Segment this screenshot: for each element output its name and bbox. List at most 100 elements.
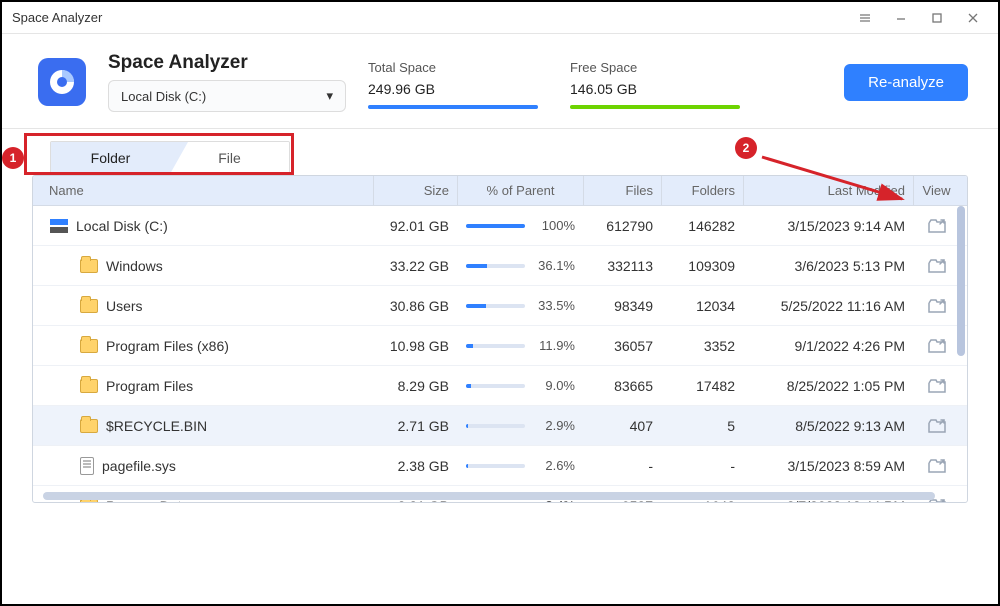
row-modified: 8/25/2022 1:05 PM bbox=[743, 366, 913, 405]
total-space-stat: Total Space 249.96 GB bbox=[368, 56, 548, 109]
row-percent: 2.9% bbox=[533, 418, 575, 433]
row-size: 8.29 GB bbox=[373, 366, 457, 405]
col-folders[interactable]: Folders bbox=[661, 176, 743, 205]
row-folders: 17482 bbox=[661, 366, 743, 405]
row-folders: 146282 bbox=[661, 206, 743, 245]
row-percent: 33.5% bbox=[533, 298, 575, 313]
close-button[interactable] bbox=[958, 6, 988, 30]
total-space-label: Total Space bbox=[368, 60, 548, 75]
open-folder-button[interactable] bbox=[927, 297, 947, 315]
free-space-bar bbox=[570, 105, 740, 109]
maximize-button[interactable] bbox=[922, 6, 952, 30]
free-space-stat: Free Space 146.05 GB bbox=[570, 56, 750, 109]
row-folders: - bbox=[661, 446, 743, 485]
folder-icon bbox=[80, 259, 98, 273]
row-percent: 9.0% bbox=[533, 378, 575, 393]
percent-bar bbox=[466, 264, 525, 268]
percent-bar bbox=[466, 224, 525, 228]
folder-icon bbox=[80, 379, 98, 393]
row-percent: 100% bbox=[533, 218, 575, 233]
row-modified: 3/15/2023 8:59 AM bbox=[743, 446, 913, 485]
row-files: - bbox=[583, 446, 661, 485]
col-name[interactable]: Name bbox=[33, 176, 373, 205]
folder-icon bbox=[80, 419, 98, 433]
folder-icon bbox=[80, 299, 98, 313]
table-row[interactable]: Program Files 8.29 GB 9.0% 83665174828/25/2… bbox=[33, 366, 967, 406]
row-size: 33.22 GB bbox=[373, 246, 457, 285]
table-row[interactable]: Users30.86 GB33.5%98349120345/25/2022 11… bbox=[33, 286, 967, 326]
table-body: Local Disk (C:)92.01 GB100%6127901462823… bbox=[33, 206, 967, 502]
row-files: 36057 bbox=[583, 326, 661, 365]
row-files: 612790 bbox=[583, 206, 661, 245]
row-files: 332113 bbox=[583, 246, 661, 285]
row-files: 83665 bbox=[583, 366, 661, 405]
table-row[interactable]: Windows 33.22 GB 36.1% 3321131093093/6/2023… bbox=[33, 246, 967, 286]
open-folder-button[interactable] bbox=[927, 217, 947, 235]
app-logo bbox=[38, 58, 86, 106]
free-space-label: Free Space bbox=[570, 60, 750, 75]
col-percent[interactable]: % of Parent bbox=[457, 176, 583, 205]
row-folders: 12034 bbox=[661, 286, 743, 325]
row-size: 2.38 GB bbox=[373, 446, 457, 485]
file-icon bbox=[80, 457, 94, 475]
annotation-arrow bbox=[752, 147, 922, 217]
col-files[interactable]: Files bbox=[583, 176, 661, 205]
percent-bar bbox=[466, 424, 525, 428]
table-row[interactable]: $RECYCLE.BIN2.71 GB2.9%40758/5/2022 9:13… bbox=[33, 406, 967, 446]
total-space-bar bbox=[368, 105, 538, 109]
window-title: Space Analyzer bbox=[12, 10, 102, 25]
disk-select-value: Local Disk (C:) bbox=[121, 89, 206, 104]
percent-bar bbox=[466, 464, 525, 468]
row-name: Users bbox=[106, 298, 143, 314]
menu-button[interactable] bbox=[850, 6, 880, 30]
row-size: 92.01 GB bbox=[373, 206, 457, 245]
open-folder-button[interactable] bbox=[927, 257, 947, 275]
horizontal-scrollbar[interactable] bbox=[43, 492, 953, 500]
total-space-value: 249.96 GB bbox=[368, 81, 548, 97]
annotation-badge-1: 1 bbox=[2, 147, 24, 169]
chevron-down-icon: ▾ bbox=[326, 88, 333, 104]
row-folders: 109309 bbox=[661, 246, 743, 285]
titlebar: Space Analyzer bbox=[2, 2, 998, 34]
file-table: Name Size % of Parent Files Folders Last… bbox=[32, 175, 968, 503]
open-folder-button[interactable] bbox=[927, 457, 947, 475]
row-percent: 2.6% bbox=[533, 458, 575, 473]
row-files: 407 bbox=[583, 406, 661, 445]
row-name: Program Files (x86) bbox=[106, 338, 229, 354]
row-size: 30.86 GB bbox=[373, 286, 457, 325]
minimize-button[interactable] bbox=[886, 6, 916, 30]
row-name: Windows bbox=[106, 258, 163, 274]
col-size[interactable]: Size bbox=[373, 176, 457, 205]
header: Space Analyzer Local Disk (C:) ▾ Total S… bbox=[2, 34, 998, 128]
row-modified: 5/25/2022 11:16 AM bbox=[743, 286, 913, 325]
row-name: Local Disk (C:) bbox=[76, 218, 168, 234]
reanalyze-button[interactable]: Re-analyze bbox=[844, 64, 968, 101]
row-folders: 3352 bbox=[661, 326, 743, 365]
open-folder-button[interactable] bbox=[927, 417, 947, 435]
disk-select[interactable]: Local Disk (C:) ▾ bbox=[108, 80, 346, 112]
row-name: Program Files bbox=[106, 378, 193, 394]
free-space-value: 146.05 GB bbox=[570, 81, 750, 97]
row-percent: 11.9% bbox=[533, 338, 575, 353]
table-row[interactable]: Program Files (x86) 10.98 GB 11.9% 36057335… bbox=[33, 326, 967, 366]
annotation-badge-2: 2 bbox=[735, 137, 757, 159]
row-percent: 36.1% bbox=[533, 258, 575, 273]
app-name: Space Analyzer bbox=[108, 52, 346, 74]
open-folder-button[interactable] bbox=[927, 377, 947, 395]
folder-icon bbox=[80, 339, 98, 353]
row-size: 2.71 GB bbox=[373, 406, 457, 445]
row-modified: 3/6/2023 5:13 PM bbox=[743, 246, 913, 285]
percent-bar bbox=[466, 384, 525, 388]
row-modified: 9/1/2022 4:26 PM bbox=[743, 326, 913, 365]
disk-icon bbox=[50, 219, 68, 233]
percent-bar bbox=[466, 344, 525, 348]
row-size: 10.98 GB bbox=[373, 326, 457, 365]
row-name: pagefile.sys bbox=[102, 458, 176, 474]
row-folders: 5 bbox=[661, 406, 743, 445]
table-row[interactable]: pagefile.sys2.38 GB2.6%--3/15/2023 8:59 … bbox=[33, 446, 967, 486]
vertical-scrollbar[interactable] bbox=[957, 206, 965, 492]
row-modified: 8/5/2022 9:13 AM bbox=[743, 406, 913, 445]
annotation-box-1 bbox=[24, 133, 294, 175]
percent-bar bbox=[466, 304, 525, 308]
open-folder-button[interactable] bbox=[927, 337, 947, 355]
